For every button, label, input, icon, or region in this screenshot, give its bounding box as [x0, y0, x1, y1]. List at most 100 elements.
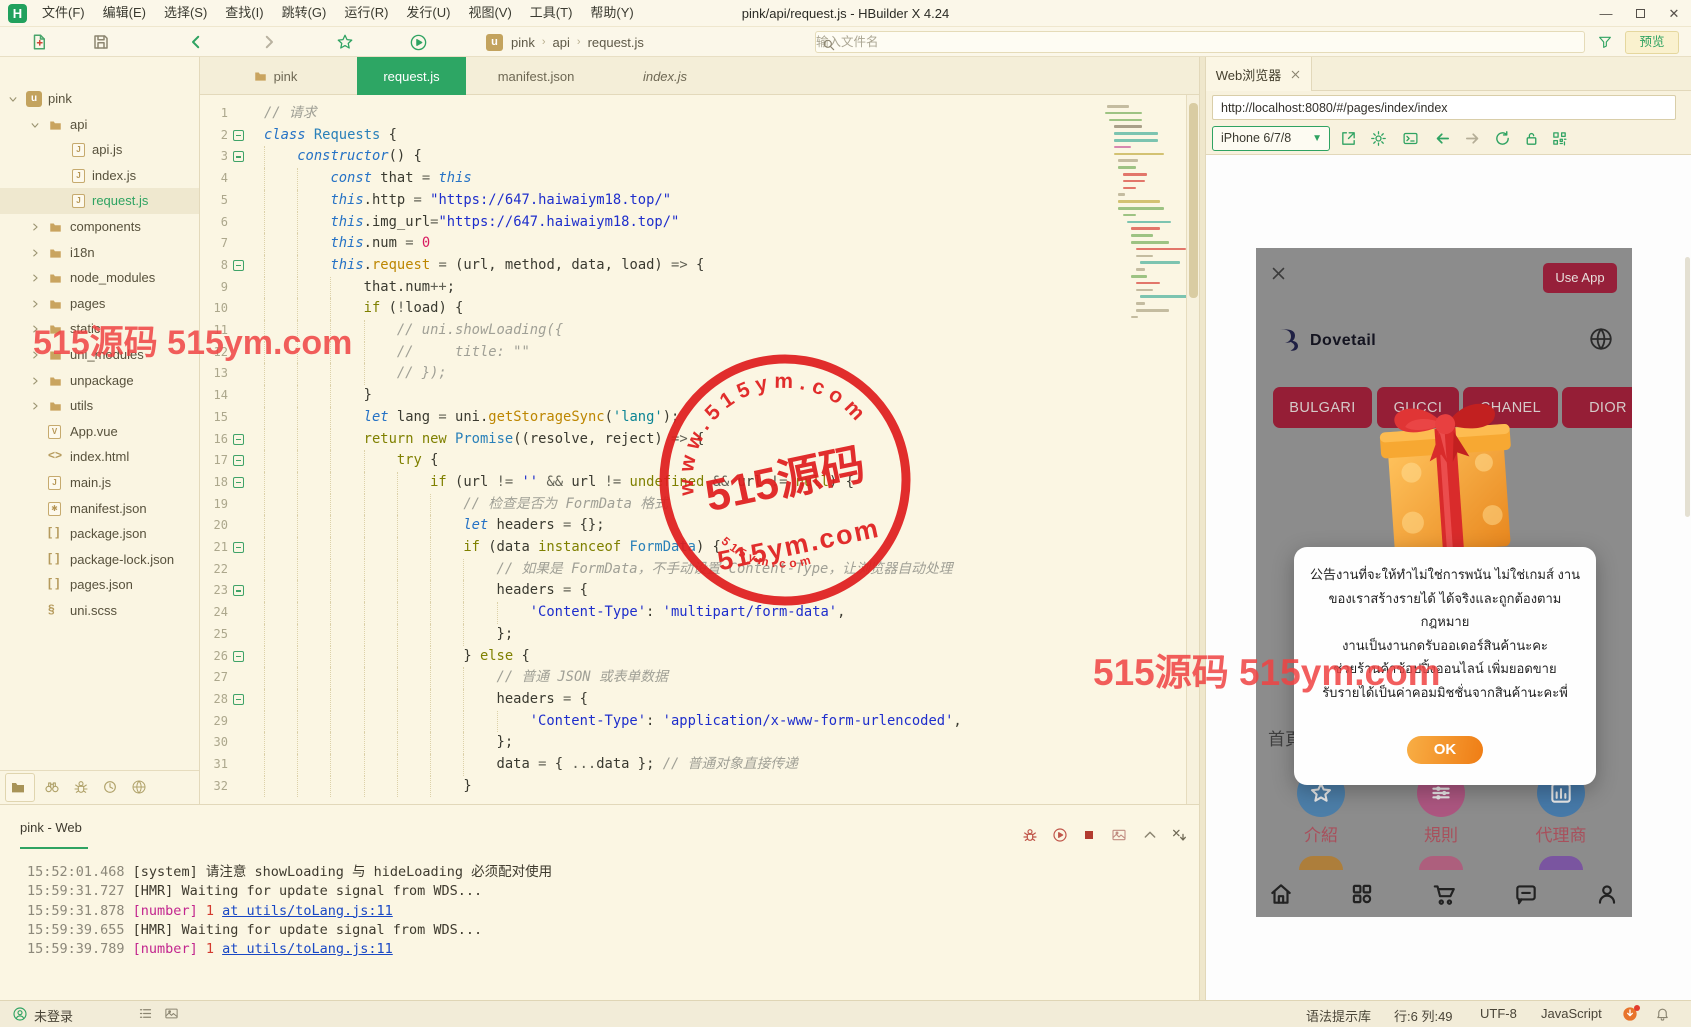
panel-divider[interactable] — [1199, 57, 1206, 1000]
chevron-right-icon[interactable] — [30, 222, 40, 232]
tree-item-static[interactable]: static — [0, 316, 199, 342]
code-line-13[interactable]: 13 // }); — [200, 363, 1105, 386]
code-line-22[interactable]: 22 // 如果是 FormData，不手动设置 Content-Type，让浏览… — [200, 558, 1105, 581]
tree-item-uni.scss[interactable]: § uni.scss — [0, 598, 199, 624]
image-icon[interactable] — [1111, 827, 1127, 843]
notification-bell-icon[interactable] — [1593, 721, 1617, 745]
qrcode-icon[interactable] — [1551, 130, 1568, 147]
gear-icon[interactable] — [1370, 130, 1387, 147]
cart-icon[interactable] — [1431, 881, 1457, 907]
funnel-icon[interactable] — [1597, 34, 1613, 50]
code-line-10[interactable]: 10 if (!load) { — [200, 298, 1105, 320]
code-line-7[interactable]: 7 this.num = 0 — [200, 233, 1105, 255]
code-line-6[interactable]: 6 this.img_url="https://647.haiwaiym18.to… — [200, 211, 1105, 234]
clear-icon[interactable] — [1171, 827, 1187, 843]
code-editor[interactable]: 1// 请求 2 class Requests {3 constructor() {4… — [200, 95, 1105, 804]
minimap[interactable] — [1105, 95, 1189, 595]
device-selector[interactable]: iPhone 6/7/8 ▼ — [1212, 126, 1330, 151]
tree-item-node_modules[interactable]: node_modules — [0, 265, 199, 291]
code-line-30[interactable]: 30}; — [200, 732, 1105, 754]
chevron-down-icon[interactable] — [30, 120, 40, 130]
fold-marker-icon[interactable] — [233, 151, 244, 163]
tree-item-package-lock.json[interactable]: [ ] package-lock.json — [0, 547, 199, 573]
code-line-31[interactable]: 31 data = { ...data }; // 普通对象直接传递 — [200, 754, 1105, 776]
menu-item-1[interactable]: 编辑(E) — [94, 0, 155, 26]
tree-item-pink[interactable]: u pink — [0, 86, 199, 112]
fold-marker-icon[interactable] — [233, 455, 244, 467]
close-button[interactable]: ✕ — [1657, 0, 1691, 27]
forward-icon[interactable] — [260, 33, 278, 51]
lock-icon[interactable] — [1523, 130, 1540, 147]
code-line-15[interactable]: 15 let lang = uni.getStorageSync('lang'); — [200, 406, 1105, 429]
chevron-down-icon[interactable] — [8, 94, 18, 104]
editor-tab-manifest.json[interactable]: manifest.json — [480, 57, 592, 95]
breadcrumb-item[interactable]: request.js — [588, 35, 644, 50]
menu-item-2[interactable]: 选择(S) — [155, 0, 216, 26]
breadcrumb-item[interactable]: api — [553, 35, 570, 50]
tree-item-index.html[interactable]: <> index.html — [0, 444, 199, 470]
back-icon[interactable] — [187, 33, 205, 51]
arrow-left-icon[interactable] — [1434, 130, 1451, 147]
fold-marker-icon[interactable] — [233, 476, 244, 488]
code-line-18[interactable]: 18 if (url != '' && url != undefined && u… — [200, 471, 1105, 494]
gallery-icon[interactable] — [164, 1006, 179, 1021]
fold-marker-icon[interactable] — [233, 433, 244, 445]
grid-icon[interactable] — [1349, 881, 1375, 907]
run-icon[interactable] — [409, 33, 428, 52]
code-line-5[interactable]: 5 this.http = "https://647.haiwaiym18.top… — [200, 189, 1105, 212]
person-icon[interactable] — [1594, 881, 1620, 907]
refresh-icon[interactable] — [1494, 130, 1511, 147]
tree-item-request.js[interactable]: Jrequest.js — [0, 188, 199, 215]
tree-item-i18n[interactable]: i18n — [0, 240, 199, 266]
fold-marker-icon[interactable] — [233, 542, 244, 553]
fold-marker-icon[interactable] — [233, 585, 244, 597]
chevron-right-icon[interactable] — [30, 273, 40, 283]
tree-item-api.js[interactable]: Japi.js — [0, 137, 199, 163]
code-line-9[interactable]: 9 that.num++; — [200, 276, 1105, 299]
code-line-27[interactable]: 27 // 普通 JSON 或表单数据 — [200, 667, 1105, 689]
new-file-icon[interactable] — [30, 33, 48, 51]
code-line-20[interactable]: 20 let headers = {}; — [200, 515, 1105, 537]
chevron-right-icon[interactable] — [30, 350, 40, 360]
tree-item-index.js[interactable]: Jindex.js — [0, 163, 199, 189]
tree-item-api[interactable]: api — [0, 112, 199, 138]
url-bar[interactable] — [1212, 95, 1676, 120]
tree-item-components[interactable]: components — [0, 214, 199, 240]
code-line-24[interactable]: 24 'Content-Type': 'multipart/form-data', — [200, 602, 1105, 624]
code-line-26[interactable]: 26} else { — [200, 645, 1105, 668]
close-icon[interactable] — [1270, 265, 1287, 282]
menu-item-8[interactable]: 工具(T) — [521, 0, 582, 26]
favorite-icon[interactable] — [336, 33, 354, 51]
code-line-25[interactable]: 25}; — [200, 623, 1105, 646]
tree-item-pages.json[interactable]: [ ] pages.json — [0, 572, 199, 598]
menu-item-5[interactable]: 运行(R) — [335, 0, 397, 26]
arrow-right-icon[interactable] — [1464, 130, 1481, 147]
code-line-21[interactable]: 21 if (data instanceof FormData) { — [200, 537, 1105, 559]
menu-item-7[interactable]: 视图(V) — [459, 0, 520, 26]
chevron-right-icon[interactable] — [30, 248, 40, 258]
code-line-17[interactable]: 17 try { — [200, 450, 1105, 472]
tree-item-manifest.json[interactable]: ✱ manifest.json — [0, 496, 199, 522]
file-search[interactable] — [815, 31, 1585, 53]
editor-tab-index.js[interactable]: index.js — [628, 57, 702, 95]
globe-icon[interactable] — [1588, 326, 1614, 352]
browser-scrollbar[interactable] — [1685, 253, 1690, 1027]
bell-icon[interactable] — [1655, 1006, 1670, 1021]
code-line-32[interactable]: 32} — [200, 775, 1105, 798]
search-input[interactable] — [816, 35, 1584, 49]
chevron-up-icon[interactable] — [1142, 827, 1158, 843]
chevron-right-icon[interactable] — [30, 401, 40, 411]
tree-item-uni_modules[interactable]: uni_modules — [0, 342, 199, 368]
home-icon[interactable] — [1268, 881, 1294, 907]
menu-item-4[interactable]: 跳转(G) — [273, 0, 336, 26]
chevron-right-icon[interactable] — [30, 376, 40, 386]
history-icon[interactable] — [102, 779, 118, 795]
open-external-icon[interactable] — [1340, 130, 1357, 147]
tree-item-main.js[interactable]: Jmain.js — [0, 470, 199, 496]
console-tab[interactable]: pink - Web — [20, 820, 82, 835]
close-tab-icon[interactable] — [1290, 69, 1301, 80]
tree-item-package.json[interactable]: [ ] package.json — [0, 521, 199, 547]
login-status[interactable]: 未登录 — [34, 1006, 73, 1025]
chevron-right-icon[interactable] — [30, 324, 40, 334]
menu-item-3[interactable]: 查找(I) — [216, 0, 272, 26]
